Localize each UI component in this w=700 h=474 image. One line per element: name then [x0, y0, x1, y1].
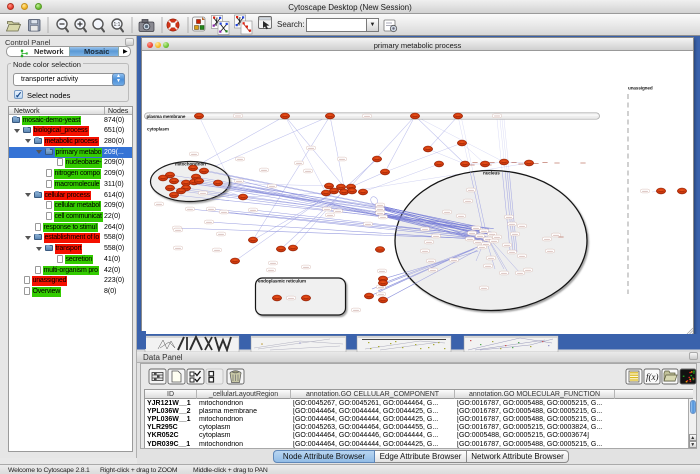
svg-text:endoplasmic reticulum: endoplasmic reticulum — [258, 279, 306, 284]
svg-text:1:1: 1:1 — [114, 22, 121, 28]
svg-text:f(x): f(x) — [646, 372, 659, 382]
svg-text:unassigned: unassigned — [628, 86, 653, 91]
svg-text:cytoplasm: cytoplasm — [147, 127, 169, 132]
svg-text:nucleus: nucleus — [483, 171, 500, 176]
svg-text:plasma membrane: plasma membrane — [147, 114, 186, 119]
